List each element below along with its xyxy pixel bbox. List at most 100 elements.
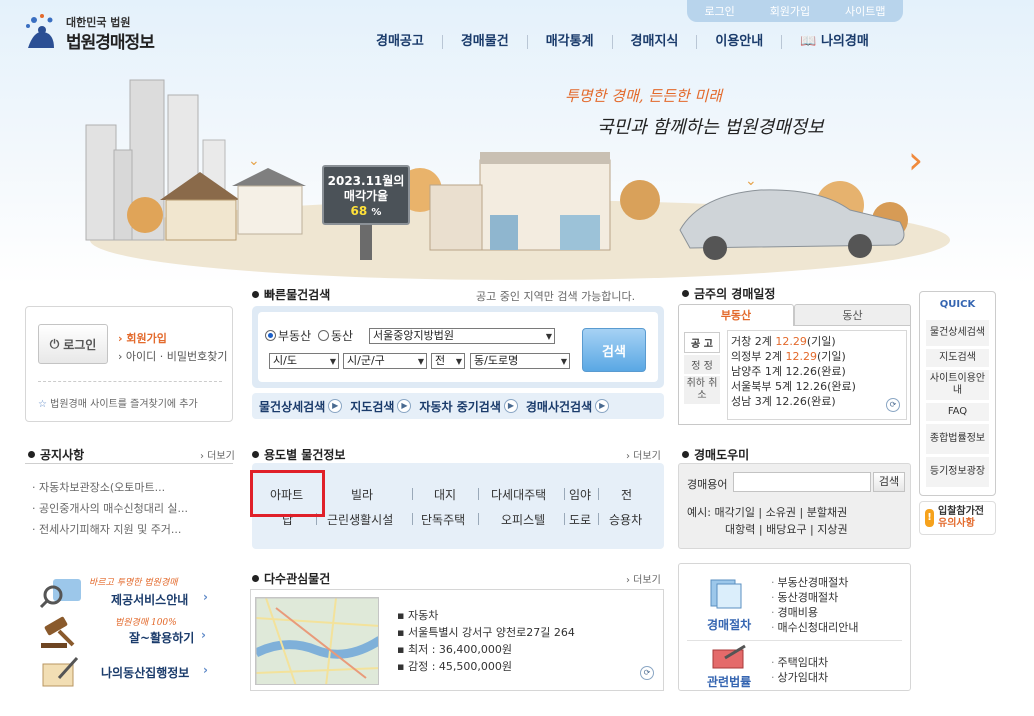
- schedule-court: 성남 3계: [731, 395, 772, 408]
- property-appraisal: ▪ 감정 : 45,500,000원: [397, 660, 512, 673]
- notice-item-text: 자동차보관장소(오토마트...: [39, 481, 166, 494]
- link-auction-cost[interactable]: 경매비용: [771, 604, 818, 620]
- side-tab-correction[interactable]: 정 정: [684, 355, 720, 374]
- login-button[interactable]: ⏻ 로그인: [38, 324, 108, 364]
- promo-movable-execution[interactable]: 나의동산집행정보 ›: [25, 652, 235, 690]
- laws-head[interactable]: 관련법률: [707, 673, 751, 690]
- use-villa[interactable]: 빌라: [351, 486, 373, 503]
- nav-sale-statistics[interactable]: 매각통계: [526, 35, 612, 49]
- refresh-icon[interactable]: ⟳: [886, 398, 900, 412]
- court-select[interactable]: 서울중앙지방법원: [369, 328, 555, 344]
- all-select[interactable]: 전: [431, 353, 465, 369]
- notice-item[interactable]: · 자동차보관장소(오토마트...: [32, 477, 232, 498]
- promo-usage-small: 법원경매 100%: [115, 618, 177, 628]
- promo-service-main: 제공서비스안내: [111, 593, 189, 607]
- side-tab-withdrawal[interactable]: 취하 취소: [684, 376, 720, 404]
- use-multiplex[interactable]: 다세대주택: [491, 486, 546, 503]
- nav-auction-property[interactable]: 경매물건: [441, 35, 527, 49]
- nav-my-auction[interactable]: 📖 나의경매: [781, 35, 887, 49]
- quick-search-title-text: 빠른물건검색: [264, 288, 331, 302]
- tab-movable[interactable]: 동산: [794, 304, 911, 326]
- quick-map-search[interactable]: 지도검색: [926, 349, 989, 367]
- sido-select[interactable]: 시/도: [269, 353, 339, 369]
- term-link[interactable]: 배당요구: [766, 523, 806, 536]
- procedures-panel: 경매절차 부동산경매절차 동산경매절차 경매비용 매수신청대리안내 관련법률 주…: [678, 563, 911, 691]
- link-commercial-lease[interactable]: 상가임대차: [771, 669, 829, 685]
- sigungu-select[interactable]: 시/군/구: [343, 353, 427, 369]
- link-map-search[interactable]: 지도검색 ▶: [350, 398, 412, 415]
- term-link[interactable]: 매각기일: [714, 506, 754, 519]
- property-min-price: ▪ 최저 : 36,400,000원: [397, 643, 512, 656]
- refresh-icon[interactable]: ⟳: [640, 666, 654, 680]
- schedule-row[interactable]: 서울북부 5계 12.26(완료): [731, 379, 906, 394]
- notice-more-link[interactable]: › 더보기: [200, 447, 235, 462]
- quick-detail-search[interactable]: 물건상세검색: [926, 320, 989, 346]
- radio-realestate[interactable]: 부동산: [265, 327, 311, 344]
- tab-realestate[interactable]: 부동산: [678, 304, 794, 326]
- schedule-row[interactable]: 거창 2계 12.29(기일): [731, 334, 906, 349]
- quick-search-button[interactable]: 검색: [582, 328, 646, 372]
- term-link[interactable]: 소유권: [766, 506, 796, 519]
- link-movable-procedure[interactable]: 동산경매절차: [771, 589, 839, 605]
- link-detail-search[interactable]: 물건상세검색 ▶: [259, 398, 343, 415]
- promo-usage-tips[interactable]: 법원경매 100% 잘~활용하기 ›: [25, 613, 235, 651]
- quick-faq[interactable]: FAQ: [926, 403, 989, 421]
- multi-interest-title: 다수관심물건: [252, 570, 330, 587]
- schedule-row[interactable]: 남양주 1계 12.26(완료): [731, 364, 906, 379]
- schedule-row[interactable]: 성남 3계 12.26(완료): [731, 394, 906, 409]
- bidding-caution-banner[interactable]: ! 입찰참가전 유의사항: [919, 501, 996, 535]
- top-link-sitemap[interactable]: 사이트맵: [845, 3, 885, 19]
- side-tab-notice[interactable]: 공 고: [684, 332, 720, 353]
- magnifier-icon: [39, 579, 81, 609]
- use-forest[interactable]: 임야: [569, 486, 591, 503]
- use-neighborhood-facility[interactable]: 근린생활시설: [327, 511, 393, 528]
- hero-next-arrow-icon[interactable]: ›: [908, 140, 938, 182]
- nav-auction-knowledge[interactable]: 경매지식: [611, 35, 697, 49]
- top-link-join[interactable]: 회원가입: [770, 3, 810, 19]
- quick-site-guide[interactable]: 사이트이용안내: [926, 370, 989, 400]
- term-link[interactable]: 지상권: [817, 523, 847, 536]
- property-type[interactable]: ▪ 자동차: [397, 607, 575, 624]
- join-link[interactable]: › 회원가입: [118, 330, 167, 346]
- property-map-thumbnail[interactable]: [255, 597, 379, 685]
- promo-service-guide[interactable]: 바르고 투명한 법원경매 제공서비스안내 ›: [25, 573, 235, 611]
- nav-guide[interactable]: 이용안내: [696, 35, 781, 49]
- quick-legal-info[interactable]: 종합법률정보: [926, 424, 989, 454]
- helper-search-input[interactable]: [733, 472, 871, 492]
- link-housing-lease[interactable]: 주택임대차: [771, 654, 829, 670]
- multi-interest-more-link[interactable]: › 더보기: [626, 571, 661, 586]
- by-use-more-link[interactable]: › 더보기: [626, 447, 661, 462]
- dong-select[interactable]: 동/도로명: [470, 353, 570, 369]
- procedures-head[interactable]: 경매절차: [707, 616, 751, 633]
- promo-usage-main: 잘~활용하기: [129, 631, 195, 645]
- use-land[interactable]: 대지: [434, 486, 456, 503]
- use-passenger-car[interactable]: 승용차: [609, 511, 642, 528]
- link-realestate-procedure[interactable]: 부동산경매절차: [771, 574, 849, 590]
- link-case-search-label: 경매사건검색: [525, 399, 593, 414]
- by-use-title-text: 용도별 물건정보: [264, 448, 346, 462]
- use-detached-house[interactable]: 단독주택: [421, 511, 465, 528]
- nav-auction-notice[interactable]: 경매공고: [370, 35, 442, 49]
- schedule-state: (완료): [806, 395, 836, 408]
- helper-search-button[interactable]: 검색: [873, 472, 905, 492]
- schedule-row[interactable]: 의정부 2계 12.29(기일): [731, 349, 906, 364]
- notice-title-text: 공지사항: [40, 448, 85, 462]
- use-officetel[interactable]: 오피스텔: [501, 511, 545, 528]
- link-bid-agent-guide[interactable]: 매수신청대리안내: [771, 619, 859, 635]
- chevron-right-icon: ›: [203, 663, 208, 677]
- notice-item[interactable]: · 공인중개사의 매수신청대리 실...: [32, 498, 232, 519]
- radio-movable[interactable]: 동산: [318, 327, 353, 344]
- link-vehicle-search[interactable]: 자동차 중기검색 ▶: [419, 398, 518, 415]
- use-road[interactable]: 도로: [569, 511, 591, 528]
- notice-item[interactable]: · 전세사기피해자 지원 및 주거...: [32, 519, 232, 540]
- use-field[interactable]: 전: [621, 486, 632, 503]
- link-case-search[interactable]: 경매사건검색 ▶: [525, 398, 610, 415]
- add-favorite-link[interactable]: ☆ 법원경매 사이트를 즐겨찾기에 추가: [38, 395, 198, 410]
- site-logo[interactable]: 대한민국 법원 법원경매정보: [20, 12, 180, 53]
- find-id-password-link[interactable]: › 아이디 · 비밀번호찾기: [118, 348, 227, 364]
- term-link[interactable]: 대항력: [725, 523, 755, 536]
- quick-registry-plaza[interactable]: 등기정보광장: [926, 457, 989, 487]
- multi-interest-title-text: 다수관심물건: [264, 572, 331, 586]
- top-link-login[interactable]: 로그인: [704, 3, 734, 19]
- term-link[interactable]: 분할채권: [807, 506, 847, 519]
